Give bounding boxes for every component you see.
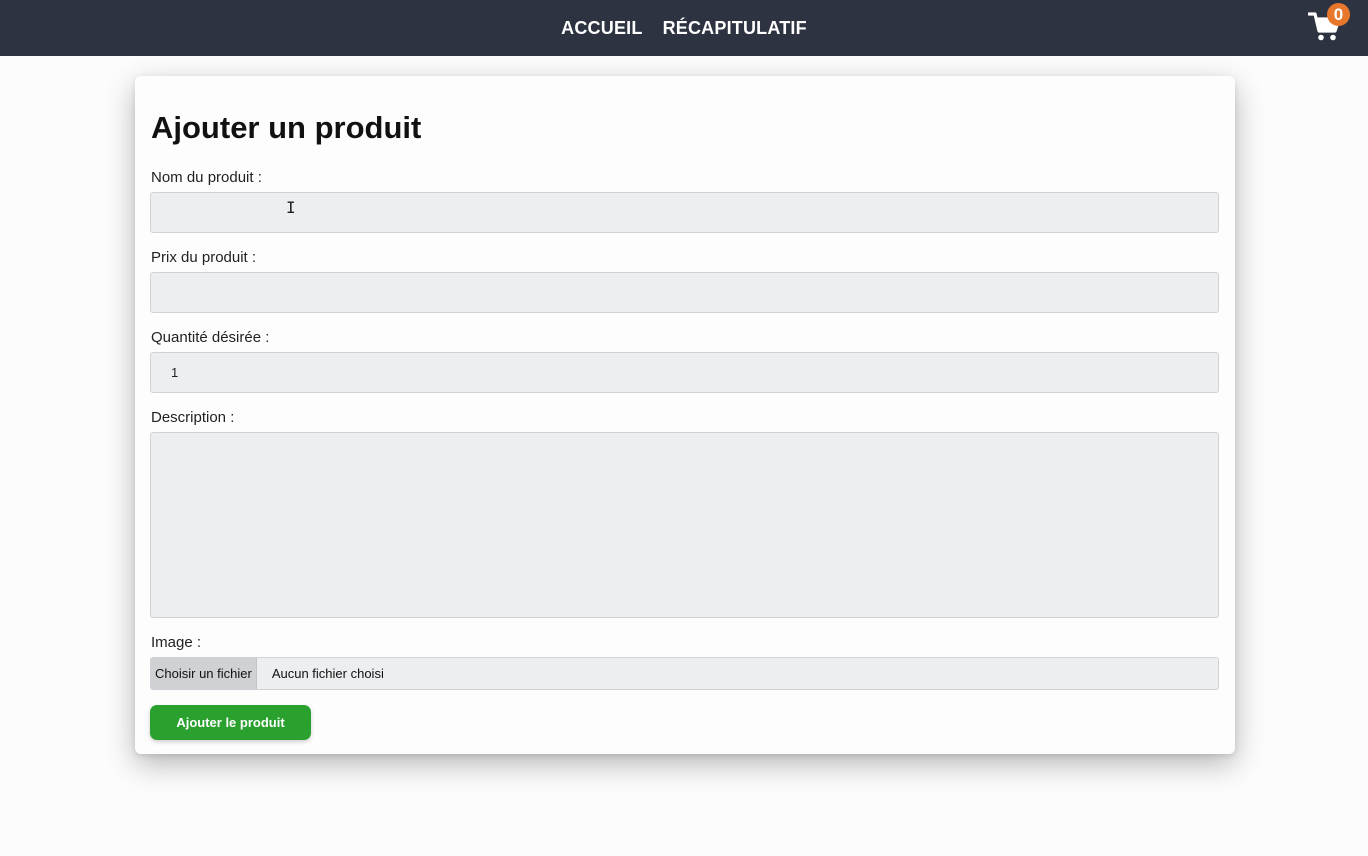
image-file-input[interactable]: Choisir un fichier Aucun fichier choisi <box>150 657 1219 690</box>
nav-link-recapitulatif[interactable]: RÉCAPITULATIF <box>663 18 807 39</box>
description-textarea[interactable] <box>150 432 1219 618</box>
product-name-input[interactable] <box>150 192 1219 233</box>
cart-count-badge: 0 <box>1327 3 1350 26</box>
add-product-button[interactable]: Ajouter le produit <box>150 705 311 740</box>
product-price-label: Prix du produit : <box>151 249 257 266</box>
product-name-label: Nom du produit : <box>151 169 262 186</box>
quantity-input[interactable] <box>150 352 1219 393</box>
text-cursor-icon: I <box>286 198 296 217</box>
description-label: Description : <box>151 409 235 426</box>
page-title: Ajouter un produit <box>151 110 422 145</box>
choose-file-button[interactable]: Choisir un fichier <box>151 658 257 689</box>
add-product-card: Ajouter un produit Nom du produit : Prix… <box>135 76 1235 754</box>
main-nav: ACCUEIL RÉCAPITULATIF <box>0 0 1368 56</box>
file-status-text: Aucun fichier choisi <box>271 666 384 681</box>
quantity-label: Quantité désirée : <box>151 329 270 346</box>
product-price-input[interactable] <box>150 272 1219 313</box>
image-label: Image : <box>151 634 202 651</box>
nav-link-accueil[interactable]: ACCUEIL <box>561 18 642 39</box>
